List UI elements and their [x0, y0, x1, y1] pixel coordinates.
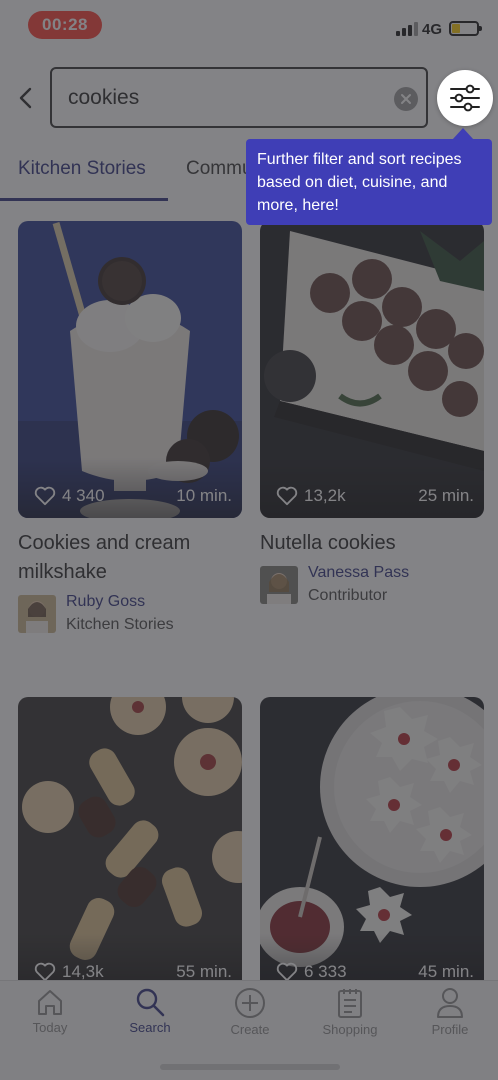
author-role: Kitchen Stories: [66, 616, 174, 633]
nav-profile[interactable]: Profile: [405, 987, 495, 1049]
recipe-image[interactable]: 14,3k 55 min.: [18, 697, 242, 994]
likes-value: 13,2k: [304, 486, 346, 505]
search-input[interactable]: [68, 83, 378, 113]
avatar: [18, 595, 56, 633]
recipe-title[interactable]: Nutella cookies: [260, 529, 490, 558]
clear-search-button[interactable]: [394, 87, 418, 111]
filter-button[interactable]: [437, 70, 493, 126]
filter-tooltip[interactable]: Further filter and sort recipes based on…: [246, 139, 492, 225]
search-field[interactable]: [50, 67, 428, 128]
likes-value: 14,3k: [62, 962, 104, 981]
nav-today[interactable]: Today: [5, 987, 95, 1049]
cook-time: 55 min.: [176, 962, 232, 981]
status-bar: 00:28 4G: [0, 0, 498, 52]
battery-icon: [449, 21, 482, 36]
tab-community[interactable]: Commu: [186, 158, 253, 180]
likes-count: 13,2k: [276, 486, 346, 506]
heart-icon[interactable]: [276, 962, 298, 982]
recipe-image[interactable]: 6 333 45 min.: [260, 697, 484, 994]
heart-icon[interactable]: [34, 962, 56, 982]
plus-circle-icon: [235, 988, 265, 1018]
nav-label: Shopping: [322, 1022, 378, 1037]
heart-icon[interactable]: [34, 486, 56, 506]
person-icon: [437, 988, 463, 1018]
likes-count: 4 340: [34, 486, 105, 506]
cook-time: 25 min.: [418, 486, 474, 505]
close-icon: [401, 94, 411, 104]
back-button[interactable]: [14, 82, 38, 114]
home-icon: [38, 990, 62, 1015]
shopping-list-icon: [338, 989, 362, 1018]
active-tab-indicator: [0, 198, 168, 201]
nav-search[interactable]: Search: [105, 987, 195, 1049]
nav-label: Profile: [431, 1022, 469, 1037]
search-icon: [136, 988, 165, 1017]
tab-kitchen-stories[interactable]: Kitchen Stories: [18, 158, 146, 180]
likes-count: 6 333: [276, 962, 347, 982]
avatar: [260, 566, 298, 604]
network-type: 4G: [422, 21, 443, 38]
nav-label: Create: [230, 1022, 270, 1037]
author-row[interactable]: Ruby Goss Kitchen Stories: [18, 593, 248, 637]
sliders-icon: [450, 84, 480, 112]
chevron-left-icon: [19, 87, 32, 109]
author-name[interactable]: Ruby Goss: [66, 593, 145, 611]
recipe-image[interactable]: 13,2k 25 min.: [260, 221, 484, 518]
likes-count: 14,3k: [34, 962, 104, 982]
cook-time: 10 min.: [176, 486, 232, 505]
cook-time: 45 min.: [418, 962, 474, 981]
heart-icon[interactable]: [276, 486, 298, 506]
author-name[interactable]: Vanessa Pass: [308, 564, 409, 582]
likes-value: 6 333: [304, 962, 347, 981]
tooltip-text: Further filter and sort recipes based on…: [257, 151, 462, 214]
signal-icon: [396, 22, 418, 36]
nav-label: Search: [129, 1020, 171, 1035]
status-time[interactable]: 00:28: [28, 11, 102, 39]
recipe-image[interactable]: 4 340 10 min.: [18, 221, 242, 518]
nav-label: Today: [32, 1020, 68, 1035]
nav-shopping[interactable]: Shopping: [305, 987, 395, 1049]
nav-create[interactable]: Create: [205, 987, 295, 1049]
author-row[interactable]: Vanessa Pass Contributor: [260, 564, 490, 608]
author-role: Contributor: [308, 587, 388, 604]
recipe-title[interactable]: Cookies and cream milkshake: [18, 529, 248, 587]
home-indicator[interactable]: [160, 1064, 340, 1070]
likes-value: 4 340: [62, 486, 105, 505]
